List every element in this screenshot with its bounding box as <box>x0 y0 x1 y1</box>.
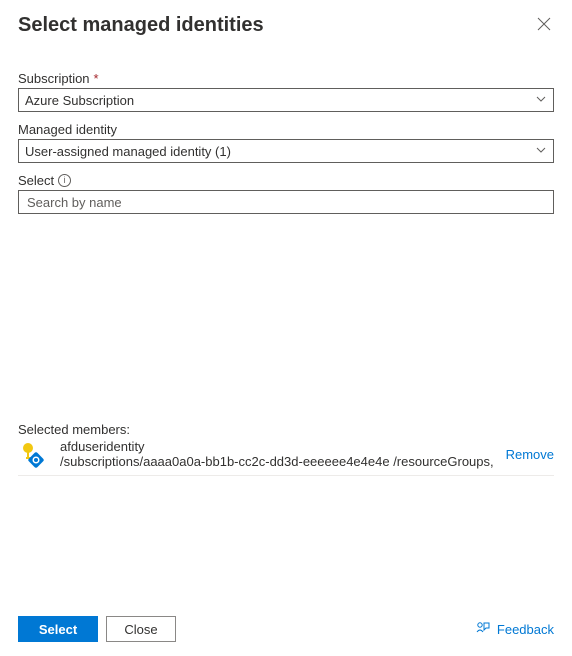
selected-members-section: Selected members: afduseridentity /subsc… <box>18 422 554 476</box>
managed-identity-value: User-assigned managed identity (1) <box>25 144 231 159</box>
panel-title: Select managed identities <box>18 14 264 37</box>
subscription-select[interactable]: Azure Subscription <box>18 88 554 112</box>
search-input[interactable] <box>25 194 547 211</box>
search-input-wrapper <box>18 190 554 214</box>
info-icon[interactable]: i <box>58 174 71 187</box>
selected-member-row: afduseridentity /subscriptions/aaaa0a0a-… <box>18 439 554 469</box>
managed-identity-icon <box>18 440 46 468</box>
close-icon[interactable] <box>534 14 554 34</box>
select-label: Select <box>18 173 54 188</box>
panel-header: Select managed identities <box>18 14 554 37</box>
panel-footer: Select Close Feedback <box>18 476 554 642</box>
feedback-label: Feedback <box>497 622 554 637</box>
selected-members-heading: Selected members: <box>18 422 554 437</box>
remove-link[interactable]: Remove <box>506 447 554 462</box>
member-name: afduseridentity <box>52 439 500 454</box>
managed-identity-field: Managed identity User-assigned managed i… <box>18 122 554 163</box>
managed-identity-select[interactable]: User-assigned managed identity (1) <box>18 139 554 163</box>
chevron-down-icon <box>535 93 547 108</box>
member-text: afduseridentity /subscriptions/aaaa0a0a-… <box>52 439 500 469</box>
select-field: Select i <box>18 173 554 214</box>
select-button[interactable]: Select <box>18 616 98 642</box>
feedback-link[interactable]: Feedback <box>475 620 554 639</box>
form-area: Subscription * Azure Subscription Manage… <box>18 71 554 224</box>
feedback-icon <box>475 620 491 639</box>
chevron-down-icon <box>535 144 547 159</box>
managed-identity-label: Managed identity <box>18 122 117 137</box>
subscription-value: Azure Subscription <box>25 93 134 108</box>
select-managed-identities-panel: Select managed identities Subscription *… <box>0 0 572 656</box>
subscription-field: Subscription * Azure Subscription <box>18 71 554 112</box>
required-indicator: * <box>94 71 99 86</box>
member-path: /subscriptions/aaaa0a0a-bb1b-cc2c-dd3d-e… <box>52 454 500 469</box>
subscription-label: Subscription <box>18 71 90 86</box>
close-button[interactable]: Close <box>106 616 176 642</box>
